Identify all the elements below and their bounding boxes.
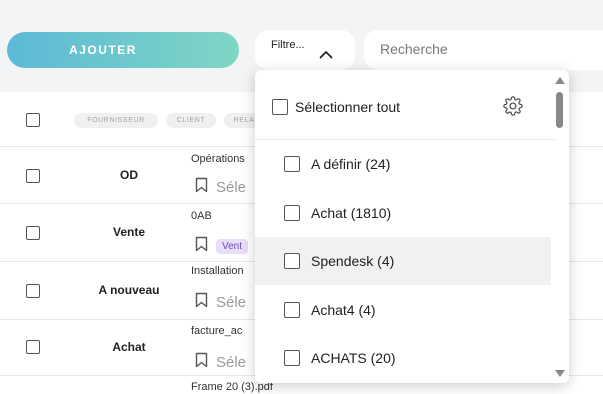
filter-option-highlighted[interactable]: Spendesk (4) [255, 237, 551, 285]
bookmark-icon [195, 352, 208, 372]
document-name[interactable]: Opérations [191, 153, 245, 165]
option-label: Achat (1810) [311, 205, 392, 221]
filter-chip-client[interactable]: CLIENT [166, 113, 216, 128]
search-field[interactable] [364, 30, 603, 70]
option-checkbox[interactable] [284, 205, 300, 221]
filter-dropdown[interactable]: Sélectionner tout A définir (24) Achat (… [255, 70, 569, 383]
tag-selector[interactable]: Vent [195, 236, 249, 256]
row-checkbox[interactable] [26, 284, 40, 298]
option-label: Achat4 (4) [311, 302, 376, 318]
filter-button[interactable]: Filtre... [255, 30, 355, 70]
journal-name: Vente [112, 225, 145, 239]
option-checkbox[interactable] [284, 302, 300, 318]
document-name[interactable]: 0AB [191, 210, 212, 222]
filter-label: Filtre... [271, 39, 305, 51]
filter-chip-fournisseur[interactable]: FOURNISSEUR [74, 113, 158, 128]
bookmark-icon [195, 177, 208, 197]
journal-name: Achat [112, 340, 146, 354]
filter-option[interactable]: ACHATS (20) [255, 334, 551, 382]
document-name[interactable]: Installation [191, 265, 244, 277]
select-all-checkbox[interactable] [272, 99, 288, 115]
tag-selector[interactable]: Séle [195, 352, 246, 372]
option-checkbox[interactable] [284, 156, 300, 172]
dropdown-scrollbar[interactable] [551, 70, 569, 383]
document-name[interactable]: facture_ac [191, 325, 242, 337]
scrollbar-thumb[interactable] [556, 92, 563, 128]
journal-name: A nouveau [98, 283, 160, 297]
scroll-up-arrow-icon[interactable] [555, 77, 565, 84]
bookmark-icon [195, 236, 208, 256]
option-checkbox[interactable] [284, 350, 300, 366]
option-label: ACHATS (20) [311, 350, 396, 366]
tag-selector[interactable]: Séle [195, 177, 246, 197]
option-label: A définir (24) [311, 156, 391, 172]
filter-option[interactable]: A définir (24) [255, 140, 551, 188]
row-checkbox[interactable] [26, 169, 40, 183]
row-checkbox[interactable] [26, 340, 40, 354]
tag-selector[interactable]: Séle [195, 292, 246, 312]
bookmark-icon [195, 292, 208, 312]
scroll-down-arrow-icon[interactable] [555, 370, 565, 377]
row-checkbox[interactable] [26, 226, 40, 240]
journal-name: OD [120, 168, 138, 182]
chevron-up-icon [319, 46, 333, 64]
search-input[interactable] [380, 41, 590, 57]
select-all-option[interactable]: Sélectionner tout [255, 70, 555, 140]
option-label: Spendesk (4) [311, 253, 395, 269]
option-checkbox[interactable] [284, 253, 300, 269]
tag-placeholder: Séle [216, 293, 247, 311]
select-all-rows-checkbox[interactable] [26, 113, 40, 127]
select-all-label: Sélectionner tout [295, 99, 401, 115]
tag-placeholder: Séle [216, 353, 247, 371]
tag-placeholder: Séle [216, 178, 247, 196]
filter-option[interactable]: Achat (1810) [255, 189, 551, 237]
tag-pill: Vent [216, 238, 249, 254]
gear-icon[interactable] [503, 96, 523, 121]
add-button[interactable]: AJOUTER [7, 32, 239, 68]
filter-option[interactable]: Achat4 (4) [255, 286, 551, 334]
